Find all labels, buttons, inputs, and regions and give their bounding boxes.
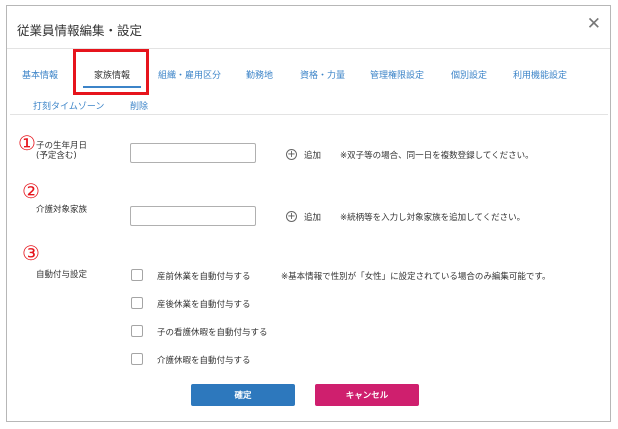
tab-delete[interactable]: 削除 [130, 99, 148, 112]
care-leave-label[interactable]: 介護休暇を自動付与する [157, 354, 251, 366]
tab-divider [10, 114, 608, 115]
tab-individual-settings[interactable]: 個別設定 [451, 68, 487, 81]
child-nursing-leave-checkbox[interactable] [131, 325, 143, 337]
prenatal-leave-label[interactable]: 産前休業を自動付与する [157, 270, 251, 282]
care-leave-checkbox[interactable] [131, 353, 143, 365]
child-birthdate-note: ※双子等の場合、同一日を複数登録してください。 [340, 151, 534, 161]
plus-circle-icon[interactable]: + [286, 149, 297, 160]
child-birthdate-label: 子の生年月日 [36, 141, 88, 151]
child-birthdate-input[interactable] [130, 143, 256, 163]
tab-organization[interactable]: 組織・雇用区分 [158, 68, 221, 81]
tab-admin-permissions[interactable]: 管理権限設定 [370, 68, 424, 81]
dialog-header: 従業員情報編集・設定 ✕ [7, 6, 610, 49]
tab-workplace[interactable]: 勤務地 [246, 68, 273, 81]
annotation-number-2: ② [22, 179, 40, 203]
annotation-number-1: ① [18, 131, 36, 155]
plus-circle-icon[interactable]: + [286, 211, 297, 222]
tab-punch-timezone[interactable]: 打刻タイムゾーン [33, 99, 104, 112]
child-birthdate-sublabel: (予定含む) [36, 151, 77, 161]
cancel-button[interactable]: キャンセル [315, 384, 419, 406]
child-nursing-leave-label[interactable]: 子の看護休暇を自動付与する [157, 326, 268, 338]
care-family-label: 介護対象家族 [36, 205, 88, 215]
dialog-title: 従業員情報編集・設定 [17, 23, 143, 38]
close-icon[interactable]: ✕ [587, 16, 601, 33]
confirm-button[interactable]: 確定 [191, 384, 295, 406]
annotation-number-3: ③ [22, 241, 40, 265]
tab-annotation-highlight [73, 49, 149, 95]
postnatal-leave-label[interactable]: 産後休業を自動付与する [157, 298, 251, 310]
care-family-add-link[interactable]: 追加 [304, 211, 321, 223]
care-family-note: ※続柄等を入力し対象家族を追加してください。 [340, 213, 526, 223]
tab-qualification[interactable]: 資格・力量 [300, 68, 345, 81]
tab-feature-settings[interactable]: 利用機能設定 [513, 68, 567, 81]
care-family-input[interactable] [130, 206, 256, 226]
postnatal-leave-checkbox[interactable] [131, 297, 143, 309]
auto-grant-label: 自動付与設定 [36, 270, 88, 280]
prenatal-leave-checkbox[interactable] [131, 269, 143, 281]
tab-basic-info[interactable]: 基本情報 [22, 68, 58, 81]
child-birthdate-add-link[interactable]: 追加 [304, 149, 321, 161]
auto-grant-note: ※基本情報で性別が「女性」に設定されている場合のみ編集可能です。 [281, 272, 551, 282]
